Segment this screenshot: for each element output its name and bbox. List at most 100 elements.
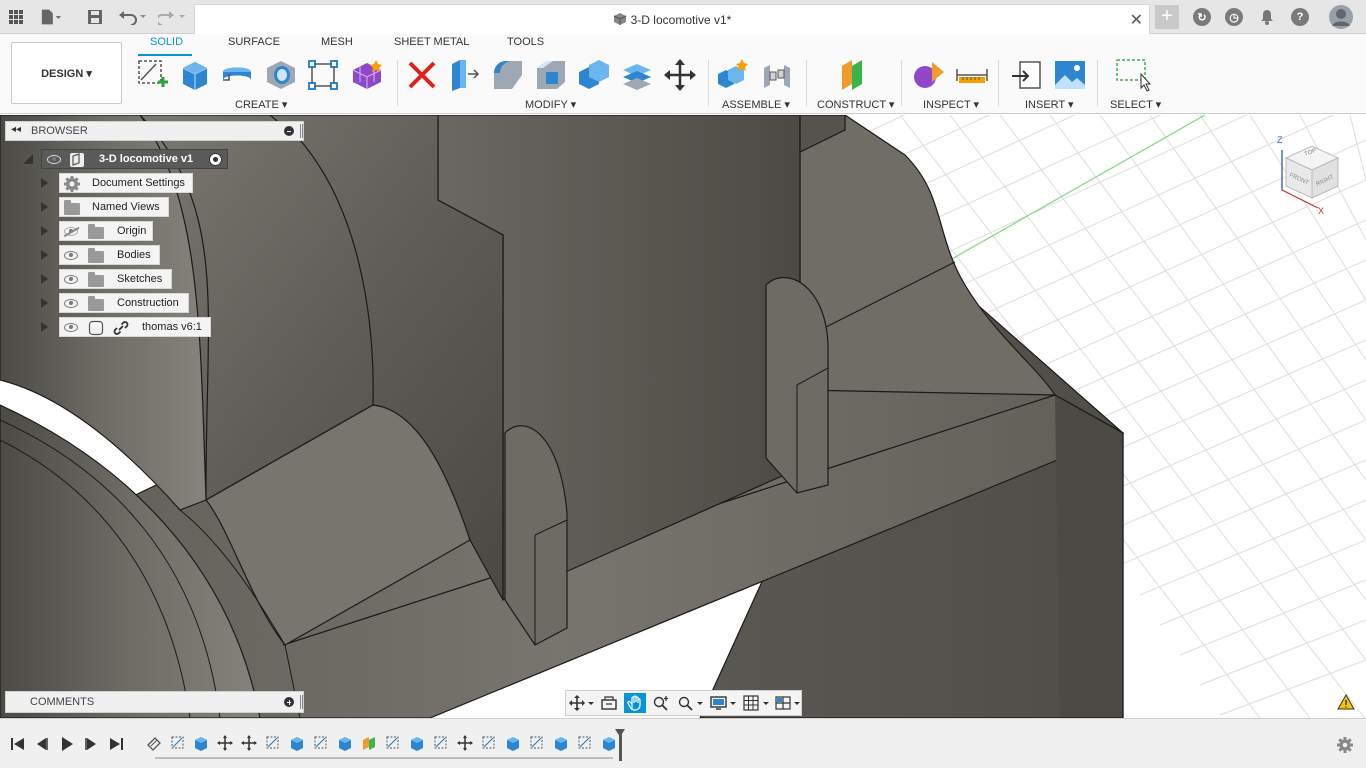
warning-icon[interactable]	[1337, 694, 1355, 710]
new-component-icon[interactable]	[716, 58, 750, 92]
undo-icon[interactable]	[118, 6, 148, 28]
timeline-sketch-icon[interactable]	[170, 735, 186, 751]
linked-component-box[interactable]: thomas v6:1	[59, 317, 211, 337]
play-icon[interactable]	[59, 737, 75, 751]
expand-arrow-icon[interactable]	[41, 322, 48, 332]
avatar-icon[interactable]	[1329, 5, 1353, 29]
bodies-box[interactable]: Bodies	[59, 245, 160, 265]
pin-panel-icon[interactable]	[300, 124, 303, 138]
timeline-extrude-icon[interactable]	[289, 735, 305, 751]
section-analysis-icon[interactable]	[912, 58, 946, 92]
hole-icon[interactable]	[264, 58, 298, 92]
visibility-eye-icon[interactable]	[64, 323, 78, 332]
offset-face-icon[interactable]	[620, 58, 654, 92]
workspace-switcher-button[interactable]: DESIGN ▾	[11, 42, 122, 104]
grid-settings-icon[interactable]	[742, 693, 772, 713]
extrude-icon[interactable]	[178, 58, 212, 92]
timeline-move-icon[interactable]	[241, 735, 257, 751]
collapse-arrow-icon[interactable]	[22, 153, 34, 165]
tab-sheet-metal[interactable]: SHEET METAL	[394, 36, 469, 48]
joint-icon[interactable]	[760, 58, 794, 92]
timeline-extrude-icon[interactable]	[409, 735, 425, 751]
timeline-sketch-icon[interactable]	[313, 735, 329, 751]
timeline-extrude-icon[interactable]	[505, 735, 521, 751]
root-component-box[interactable]: 3-D locomotive v1	[41, 149, 228, 169]
tab-surface[interactable]: SURFACE	[228, 36, 280, 48]
construction-box[interactable]: Construction	[59, 293, 189, 313]
browser-panel-header[interactable]: ◂◂ BROWSER	[5, 121, 304, 141]
chamfer-icon[interactable]	[534, 58, 568, 92]
orbit-icon[interactable]	[568, 693, 596, 713]
timeline-extrude-icon[interactable]	[193, 735, 209, 751]
timeline-plane-icon[interactable]	[361, 735, 377, 751]
timeline-sketch-icon[interactable]	[265, 735, 281, 751]
create-form-icon[interactable]	[350, 58, 384, 92]
close-icon[interactable]: ✕	[1130, 10, 1143, 30]
group-modify-label[interactable]: MODIFY ▾	[525, 98, 576, 111]
timeline-sketch-icon[interactable]	[385, 735, 401, 751]
group-assemble-label[interactable]: ASSEMBLE ▾	[722, 98, 790, 111]
redo-icon[interactable]	[158, 6, 188, 28]
collapse-panel-icon[interactable]: ◂◂	[11, 124, 21, 135]
comments-panel-header[interactable]: COMMENTS	[5, 691, 304, 713]
create-sketch-icon[interactable]	[136, 58, 170, 92]
timeline-sketch-icon[interactable]	[481, 735, 497, 751]
origin-box[interactable]: Origin	[59, 221, 153, 241]
expand-arrow-icon[interactable]	[41, 202, 48, 212]
clock-icon[interactable]: ◷	[1223, 6, 1245, 28]
press-pull-icon[interactable]	[448, 58, 482, 92]
expand-arrow-icon[interactable]	[41, 274, 48, 284]
tab-tools[interactable]: TOOLS	[507, 36, 544, 48]
expand-arrow-icon[interactable]	[41, 250, 48, 260]
group-select-label[interactable]: SELECT ▾	[1110, 98, 1161, 111]
view-cube[interactable]: TOP FRONT RIGHT Z X	[1268, 130, 1348, 220]
timeline-extrude-icon[interactable]	[553, 735, 569, 751]
display-settings-icon[interactable]	[709, 693, 739, 713]
document-settings-box[interactable]: Document Settings	[59, 173, 193, 193]
fit-zoom-icon[interactable]	[676, 693, 706, 713]
visibility-eye-icon[interactable]	[64, 275, 78, 284]
bell-icon[interactable]	[1256, 6, 1278, 28]
help-icon[interactable]: ?	[1289, 6, 1311, 28]
visibility-eye-icon[interactable]	[64, 251, 78, 260]
expand-arrow-icon[interactable]	[41, 178, 48, 188]
tab-solid[interactable]: SOLID	[150, 36, 183, 48]
pan-hand-icon[interactable]	[624, 693, 646, 713]
save-icon[interactable]	[84, 6, 106, 28]
fillet-icon[interactable]	[491, 58, 525, 92]
refresh-icon[interactable]: ↻	[1191, 6, 1213, 28]
visibility-eye-icon[interactable]	[47, 155, 61, 164]
insert-canvas-icon[interactable]	[1053, 58, 1087, 92]
named-views-box[interactable]: Named Views	[59, 197, 169, 217]
go-to-start-icon[interactable]	[10, 737, 26, 751]
tab-mesh[interactable]: MESH	[321, 36, 353, 48]
delete-icon[interactable]	[405, 58, 439, 92]
timeline-extrude-icon[interactable]	[601, 735, 617, 751]
timeline-settings-gear-icon[interactable]	[1336, 736, 1354, 754]
group-insert-label[interactable]: INSERT ▾	[1025, 98, 1074, 111]
timeline-marker[interactable]	[615, 729, 625, 761]
insert-derive-icon[interactable]	[1010, 58, 1044, 92]
visibility-eye-icon[interactable]	[64, 299, 78, 308]
timeline-component-icon[interactable]	[146, 735, 162, 751]
timeline-sketch-icon[interactable]	[433, 735, 449, 751]
expand-arrow-icon[interactable]	[41, 226, 48, 236]
timeline-extrude-icon[interactable]	[337, 735, 353, 751]
3d-viewport[interactable]: TOP FRONT RIGHT Z X	[0, 115, 1366, 718]
timeline-move-icon[interactable]	[217, 735, 233, 751]
revolve-icon[interactable]	[220, 58, 254, 92]
timeline-move-icon[interactable]	[457, 735, 473, 751]
timeline-sketch-icon[interactable]	[529, 735, 545, 751]
select-window-icon[interactable]	[1115, 58, 1152, 92]
expand-arrow-icon[interactable]	[41, 298, 48, 308]
timeline-sketch-icon[interactable]	[577, 735, 593, 751]
model-canvas[interactable]	[0, 115, 1366, 718]
group-create-label[interactable]: CREATE ▾	[235, 98, 287, 111]
look-at-icon[interactable]	[598, 693, 620, 713]
measure-icon[interactable]	[955, 58, 989, 92]
move-icon[interactable]	[663, 58, 697, 92]
grid-menu-icon[interactable]	[5, 6, 27, 28]
combine-icon[interactable]	[577, 58, 611, 92]
offset-plane-icon[interactable]	[836, 58, 870, 92]
viewports-icon[interactable]	[774, 693, 802, 713]
